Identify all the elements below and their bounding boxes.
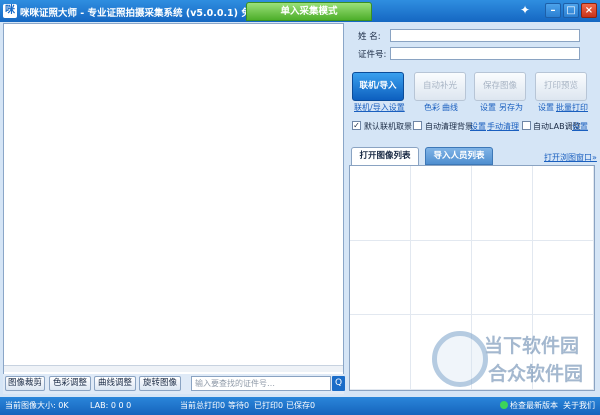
default-connect-label: 默认联机取景	[364, 122, 412, 131]
rotate-image-button[interactable]: 旋转图像	[139, 376, 181, 391]
connect-import-button[interactable]: 联机/导入	[352, 72, 404, 101]
about-us-link[interactable]: 关于我们	[563, 398, 595, 414]
save-settings-link[interactable]: 设置	[480, 102, 496, 113]
manual-clean-link[interactable]: 手动清理	[487, 121, 519, 132]
color-link[interactable]: 色彩	[424, 102, 440, 113]
image-slot[interactable]	[472, 240, 533, 316]
auto-fill-light-button[interactable]: 自动补光	[414, 72, 466, 101]
tab-open-image-list[interactable]: 打开图像列表	[351, 147, 419, 165]
maximize-button[interactable]: □	[563, 3, 579, 18]
horizontal-scrollbar[interactable]	[4, 365, 343, 372]
curve-adjust-button[interactable]: 曲线调整	[94, 376, 136, 391]
title-bar: 咪 咪咪证照大师 - 专业证照拍摄采集系统 (v5.0.0.1) 免费版 单入采…	[0, 0, 600, 22]
auto-lab-settings-link[interactable]: 设置	[572, 121, 588, 132]
name-field[interactable]	[390, 29, 580, 42]
image-size-status: 当前图像大小: 0K	[5, 401, 69, 410]
color-adjust-button[interactable]: 色彩调整	[49, 376, 91, 391]
lab-status: LAB: 0 0 0	[90, 401, 132, 410]
image-slot[interactable]	[350, 240, 411, 316]
printed-status: 已打印0	[254, 401, 284, 410]
auto-lab-checkbox[interactable]	[522, 121, 531, 130]
update-status-icon	[500, 401, 508, 409]
save-as-link[interactable]: 另存为	[499, 102, 523, 113]
watermark-line-2: 合众软件园	[488, 363, 584, 385]
connect-settings-link[interactable]: 联机/导入设置	[354, 102, 405, 113]
image-slot[interactable]	[472, 166, 533, 241]
check-update-link[interactable]: 检查最新版本	[500, 398, 558, 414]
image-slot[interactable]	[350, 315, 411, 390]
image-slot[interactable]	[411, 240, 472, 316]
waiting-status: 等待0	[228, 401, 250, 410]
print-preview-button[interactable]: 打印预览	[535, 72, 587, 101]
image-slot[interactable]	[411, 166, 472, 241]
image-toolbar: 图像裁剪 色彩调整 曲线调整 旋转图像 输入要查找的证件号… Q	[3, 374, 345, 394]
close-button[interactable]: ×	[581, 3, 597, 18]
saved-status: 已保存0	[286, 401, 316, 410]
batch-print-link[interactable]: 批量打印	[556, 102, 588, 113]
id-number-label: 证件号:	[358, 50, 387, 60]
curve-link[interactable]: 曲线	[442, 102, 458, 113]
app-logo-icon: 咪	[3, 4, 17, 18]
site-watermark: 当下软件园 合众软件园	[432, 323, 592, 393]
auto-clean-label: 自动清理背景	[425, 122, 473, 131]
image-preview-area[interactable]	[3, 23, 344, 384]
save-image-button[interactable]: 保存图像	[474, 72, 526, 101]
id-search-input[interactable]: 输入要查找的证件号…	[191, 376, 331, 391]
print-settings-link[interactable]: 设置	[538, 102, 554, 113]
window-title: 咪咪证照大师 - 专业证照拍摄采集系统 (v5.0.0.1) 免费版	[20, 8, 270, 19]
bird-icon: ✦	[520, 3, 531, 17]
name-label: 姓 名:	[358, 32, 381, 42]
open-browse-window-link[interactable]: 打开浏图窗口»	[544, 152, 597, 163]
default-connect-checkbox[interactable]: ✓	[352, 121, 361, 130]
search-icon[interactable]: Q	[332, 376, 345, 391]
image-slot[interactable]	[533, 240, 594, 316]
image-crop-button[interactable]: 图像裁剪	[5, 376, 45, 391]
minimize-button[interactable]: –	[545, 3, 561, 18]
single-capture-mode-tab[interactable]: 单入采集模式	[246, 2, 372, 21]
image-slot[interactable]	[350, 166, 411, 241]
auto-clean-checkbox[interactable]	[413, 121, 422, 130]
status-bar: 当前图像大小: 0K LAB: 0 0 0 当前总打印0 等待0 已打印0 已保…	[0, 397, 600, 415]
auto-clean-settings-link[interactable]: 设置	[470, 121, 486, 132]
total-print-status: 当前总打印0	[180, 401, 226, 410]
image-slot[interactable]	[533, 166, 594, 241]
tab-import-person-list[interactable]: 导入人员列表	[425, 147, 493, 165]
id-number-field[interactable]	[390, 47, 580, 60]
watermark-logo-icon	[432, 331, 488, 387]
watermark-line-1: 当下软件园	[484, 335, 580, 357]
